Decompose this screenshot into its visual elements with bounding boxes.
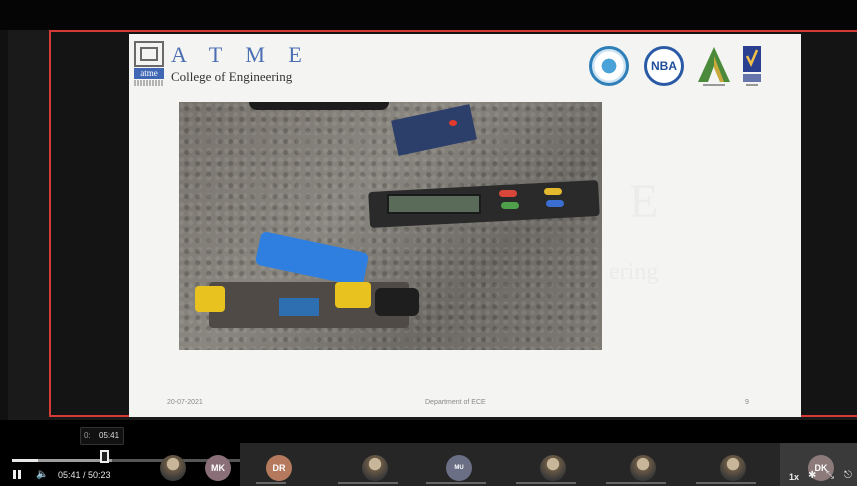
presentation-slide: atme A T M E College of Engineering NBA … [129, 34, 801, 417]
participant-avatar[interactable] [160, 455, 186, 481]
participant-name-bar [696, 482, 756, 484]
left-edge [0, 30, 8, 420]
scrubber-handle[interactable] [100, 450, 109, 463]
pause-icon[interactable] [12, 470, 22, 480]
progress-bar[interactable] [12, 459, 112, 462]
minimize-icon[interactable]: ⤡ [826, 470, 834, 481]
screen-share-frame: atme A T M E College of Engineering NBA … [49, 30, 857, 417]
slide-page-number: 9 [745, 399, 749, 406]
exit-icon[interactable]: ⎋ [844, 470, 852, 481]
participant-name-bar [516, 482, 576, 484]
college-subtitle: College of Engineering [171, 69, 293, 84]
participant-name-bar [606, 482, 666, 484]
progress-played [12, 459, 38, 462]
participant-avatar-dr[interactable]: DR [266, 455, 292, 481]
hover-time-value: 05:41 [99, 431, 120, 440]
aicte-triangle-icon [698, 47, 730, 86]
accreditation-seal-icon [589, 46, 629, 86]
participant-avatar-mk[interactable]: MK [205, 455, 231, 481]
participant-name-bar [338, 482, 398, 484]
time-readout: 05:41 / 50:23 [58, 470, 111, 480]
shield-badge-icon [743, 46, 761, 86]
volume-icon[interactable]: 🔈 [36, 469, 48, 480]
robot-car-photo [179, 102, 602, 350]
logo-text: atme [134, 68, 164, 79]
participant-name-bar [426, 482, 486, 484]
participant-avatar[interactable] [720, 455, 746, 481]
hover-time-cut: 0: [84, 431, 91, 440]
slide-date: 20-07-2021 [167, 399, 203, 406]
nba-badge: NBA [644, 46, 684, 86]
gear-icon[interactable]: ✱ [808, 470, 816, 481]
college-logo: atme [134, 41, 166, 89]
hover-time-tooltip: 0: 05:41 [80, 427, 125, 445]
participant-avatar[interactable] [630, 455, 656, 481]
playback-speed-button[interactable]: 1x [789, 472, 799, 482]
participant-avatar[interactable] [540, 455, 566, 481]
participant-avatar[interactable] [362, 455, 388, 481]
faded-title-letter: E [629, 175, 659, 228]
slide-department: Department of ECE [425, 399, 486, 406]
faded-title-text: ering [609, 259, 659, 285]
participant-name-bar [256, 482, 286, 484]
top-bar [0, 0, 857, 30]
college-name: A T M E [171, 42, 311, 67]
participant-avatar-mu[interactable]: MU [446, 455, 472, 481]
